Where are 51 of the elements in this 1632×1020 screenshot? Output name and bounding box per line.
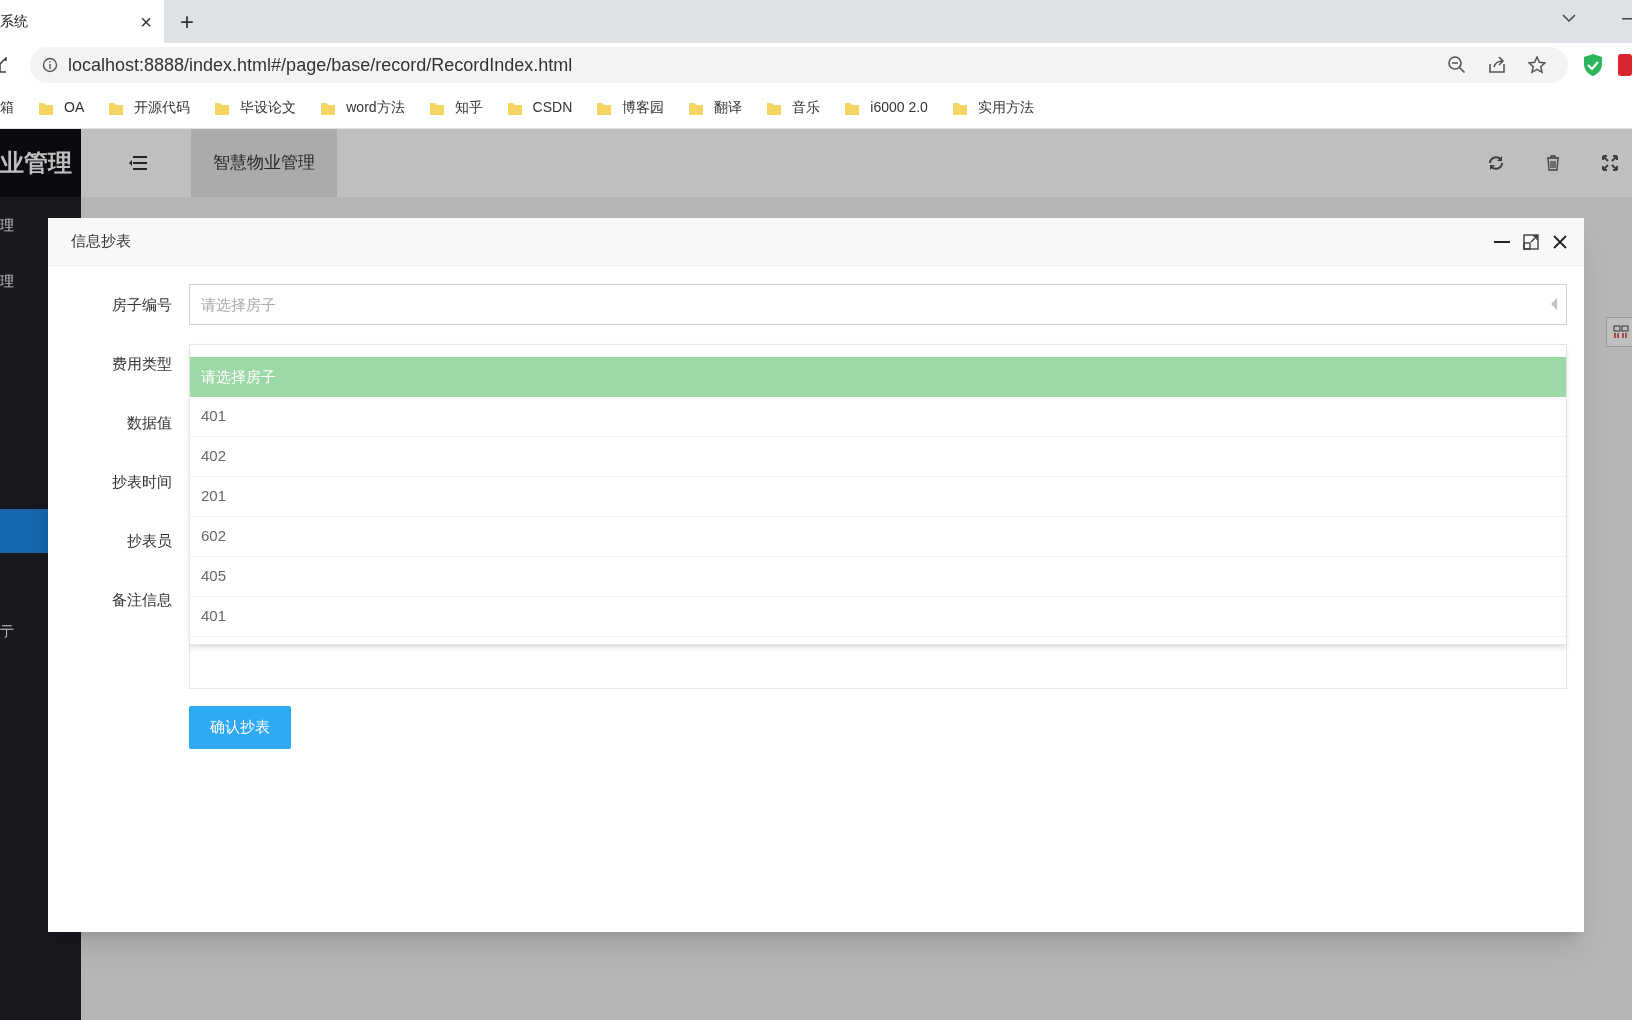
address-bar[interactable]: localhost:8888/index.html#/page/base/record/RecordIndex.html xyxy=(30,47,1569,83)
dropdown-option[interactable]: 401 xyxy=(190,397,1566,437)
new-tab-button[interactable]: + xyxy=(180,9,194,34)
zoom-icon[interactable] xyxy=(1448,56,1467,74)
trash-icon[interactable] xyxy=(1546,155,1560,171)
field-label: 抄表时间 xyxy=(111,472,172,492)
bookmark-link[interactable]: 开源代码 xyxy=(134,97,191,118)
shield-icon[interactable] xyxy=(1582,53,1604,77)
bookmark-link[interactable]: 知乎 xyxy=(454,97,483,118)
bookmark-link[interactable]: CSDN xyxy=(532,97,573,118)
grid-icon xyxy=(1613,325,1629,339)
bookmark-link[interactable]: 实用方法 xyxy=(977,97,1034,118)
caret-icon xyxy=(1551,298,1557,310)
close-icon[interactable] xyxy=(1553,234,1567,249)
tab-title[interactable]: 系统 xyxy=(0,11,28,32)
fullscreen-icon[interactable] xyxy=(1602,155,1618,171)
bookmark-link[interactable]: 音乐 xyxy=(792,97,821,118)
bookmark-link[interactable]: 箱 xyxy=(0,97,14,118)
url-text: localhost:8888/index.html#/page/base/record/RecordIndex.html xyxy=(68,53,573,77)
modal-title: 信息抄表 xyxy=(71,231,131,252)
menu-icon[interactable] xyxy=(129,156,147,170)
info-icon xyxy=(42,57,58,73)
bookmark-link[interactable]: 翻译 xyxy=(714,97,743,118)
star-icon[interactable] xyxy=(1528,56,1547,74)
bookmark-link[interactable]: 博客园 xyxy=(622,97,665,118)
minimize-icon[interactable] xyxy=(1622,17,1632,20)
field-label: 房子编号 xyxy=(111,295,172,315)
close-tab-button[interactable]: × xyxy=(136,11,156,32)
dropdown-option[interactable]: 201 xyxy=(190,477,1566,517)
bookmark-link[interactable]: word方法 xyxy=(346,97,405,118)
bookmark-link[interactable]: 毕设论文 xyxy=(240,97,297,118)
minimize-icon[interactable] xyxy=(1494,240,1510,243)
header-tab[interactable]: 智慧物业管理 xyxy=(191,129,337,197)
field-label: 抄表员 xyxy=(126,531,172,551)
home-icon[interactable] xyxy=(0,57,10,73)
dropdown-option[interactable]: 401 xyxy=(190,597,1566,637)
app-logo: 业管理 xyxy=(0,148,72,178)
chevron-down-icon[interactable] xyxy=(1562,14,1576,23)
bookmark-link[interactable]: OA xyxy=(64,97,85,118)
dropdown-option[interactable]: 402 xyxy=(190,437,1566,477)
share-icon[interactable] xyxy=(1488,56,1507,74)
columns-button[interactable] xyxy=(1606,317,1632,347)
dropdown-option[interactable]: 405 xyxy=(190,557,1566,597)
field-label: 备注信息 xyxy=(111,590,172,610)
select-field[interactable]: 请选择房子 xyxy=(189,284,1567,325)
dropdown-option[interactable]: 602 xyxy=(190,517,1566,557)
refresh-icon[interactable] xyxy=(1488,155,1504,171)
bookmark-link[interactable]: i6000 2.0 xyxy=(870,97,928,118)
field-label: 费用类型 xyxy=(111,354,172,374)
field-label: 数据值 xyxy=(126,413,172,433)
maximize-icon[interactable] xyxy=(1523,233,1539,250)
